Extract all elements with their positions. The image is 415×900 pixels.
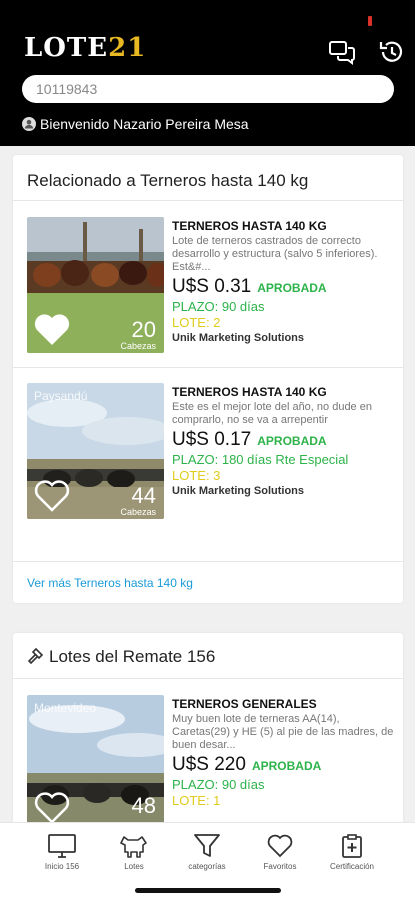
lot-number: LOTE: 2 [172, 315, 221, 330]
welcome-text: Bienvenido Nazario Pereira Mesa [40, 116, 249, 132]
nav-label: Lotes [124, 862, 144, 871]
related-section: Relacionado a Terneros hasta 140 kg 20 C… [13, 155, 403, 603]
clipboard-icon [342, 834, 362, 858]
nav-label: Certificación [329, 862, 374, 871]
lot-card[interactable]: Montevideo 48 TERNEROS GENERALES Muy bue… [27, 695, 397, 835]
lot-number: LOTE: 3 [172, 468, 221, 483]
gavel-icon [27, 647, 44, 665]
status-badge: APROBADA [251, 759, 322, 773]
divider [13, 367, 403, 368]
see-more-link[interactable]: Ver más Terneros hasta 140 kg [27, 576, 193, 590]
lot-location: Montevideo [34, 701, 97, 715]
lot-card[interactable]: 20 Cabezas TERNEROS HASTA 140 KG Lote de… [27, 217, 397, 357]
lot-description: Lote de terneros castrados de correcto d… [172, 235, 378, 273]
lot-title: TERNEROS HASTA 140 KG [172, 385, 327, 399]
cattle-icon [120, 836, 147, 858]
nav-item-lotes[interactable]: Lotes [98, 833, 170, 871]
lot-info: TERNEROS HASTA 140 KG Este es el mejor l… [172, 385, 397, 497]
nav-item-inicio[interactable]: Inicio 156 [26, 833, 98, 871]
lot-vendor: Unik Marketing Solutions [172, 332, 305, 344]
home-indicator [135, 888, 281, 893]
lot-vendor: Unik Marketing Solutions [172, 485, 305, 497]
nav-item-categorias[interactable]: categorías [171, 833, 243, 871]
app-header: LOTE21 Bienvenido Nazario Pereira Mesa [0, 0, 415, 146]
lot-price: U$S 220 [172, 754, 246, 775]
lot-info: TERNEROS HASTA 140 KG Lote de terneros c… [172, 219, 397, 344]
lot-description: Muy buen lote de terneras AA(14), Careta… [172, 713, 394, 751]
lot-image[interactable]: Montevideo 48 [27, 695, 164, 825]
lot-description: Este es el mejor lote del año, no dude e… [172, 401, 372, 426]
head-count: 20 [131, 317, 156, 342]
notification-dot [368, 16, 372, 26]
status-badge: APROBADA [257, 434, 327, 448]
nav-item-favoritos[interactable]: Favoritos [244, 833, 316, 871]
lot-info: TERNEROS GENERALES Muy buen lote de tern… [172, 697, 397, 808]
lot-number: LOTE: 1 [172, 793, 221, 808]
nav-label: Favoritos [263, 862, 297, 871]
app-logo: LOTE21 [24, 33, 147, 63]
history-icon[interactable] [378, 38, 406, 66]
divider [13, 561, 403, 562]
filter-icon [194, 834, 220, 857]
head-count-unit: Cabezas [120, 341, 156, 351]
head-count-unit: Cabezas [120, 507, 156, 517]
user-icon [22, 117, 36, 131]
lot-price: U$S 0.31 [172, 276, 252, 297]
section-title: Lotes del Remate 156 [49, 647, 216, 666]
lot-title: TERNEROS HASTA 140 KG [172, 219, 327, 233]
lot-plazo: PLAZO: 90 días [172, 777, 265, 792]
lot-image[interactable]: 20 Cabezas [27, 217, 164, 353]
lot-title: TERNEROS GENERALES [172, 697, 317, 711]
lot-price: U$S 0.17 [172, 429, 252, 450]
divider [13, 678, 403, 679]
favorite-heart-outline-icon[interactable] [33, 479, 71, 513]
nav-item-certificacion[interactable]: Certificación [316, 833, 388, 871]
search-input[interactable] [22, 75, 394, 103]
nav-label: categorías [188, 862, 226, 871]
head-count: 44 [131, 483, 156, 508]
nav-label: Inicio 156 [44, 862, 80, 871]
heart-icon [267, 834, 293, 858]
head-count: 48 [131, 793, 156, 818]
section-title: Relacionado a Terneros hasta 140 kg [27, 171, 309, 190]
divider [13, 200, 403, 201]
lot-plazo: PLAZO: 180 días Rte Especial [172, 452, 349, 467]
favorite-heart-outline-icon[interactable] [33, 791, 71, 825]
favorite-heart-icon[interactable] [33, 313, 71, 347]
status-badge: APROBADA [257, 281, 327, 295]
chat-icon[interactable] [328, 38, 356, 66]
lot-image[interactable]: Paysandú 44 Cabezas [27, 383, 164, 519]
lot-plazo: PLAZO: 90 días [172, 299, 265, 314]
monitor-icon [48, 834, 76, 858]
welcome-message: Bienvenido Nazario Pereira Mesa [22, 116, 249, 132]
lot-location: Paysandú [34, 389, 88, 403]
remate-section: Lotes del Remate 156 Montevideo 48 TERNE… [13, 633, 403, 833]
lot-card[interactable]: Paysandú 44 Cabezas TERNEROS HASTA 140 K… [27, 383, 397, 523]
